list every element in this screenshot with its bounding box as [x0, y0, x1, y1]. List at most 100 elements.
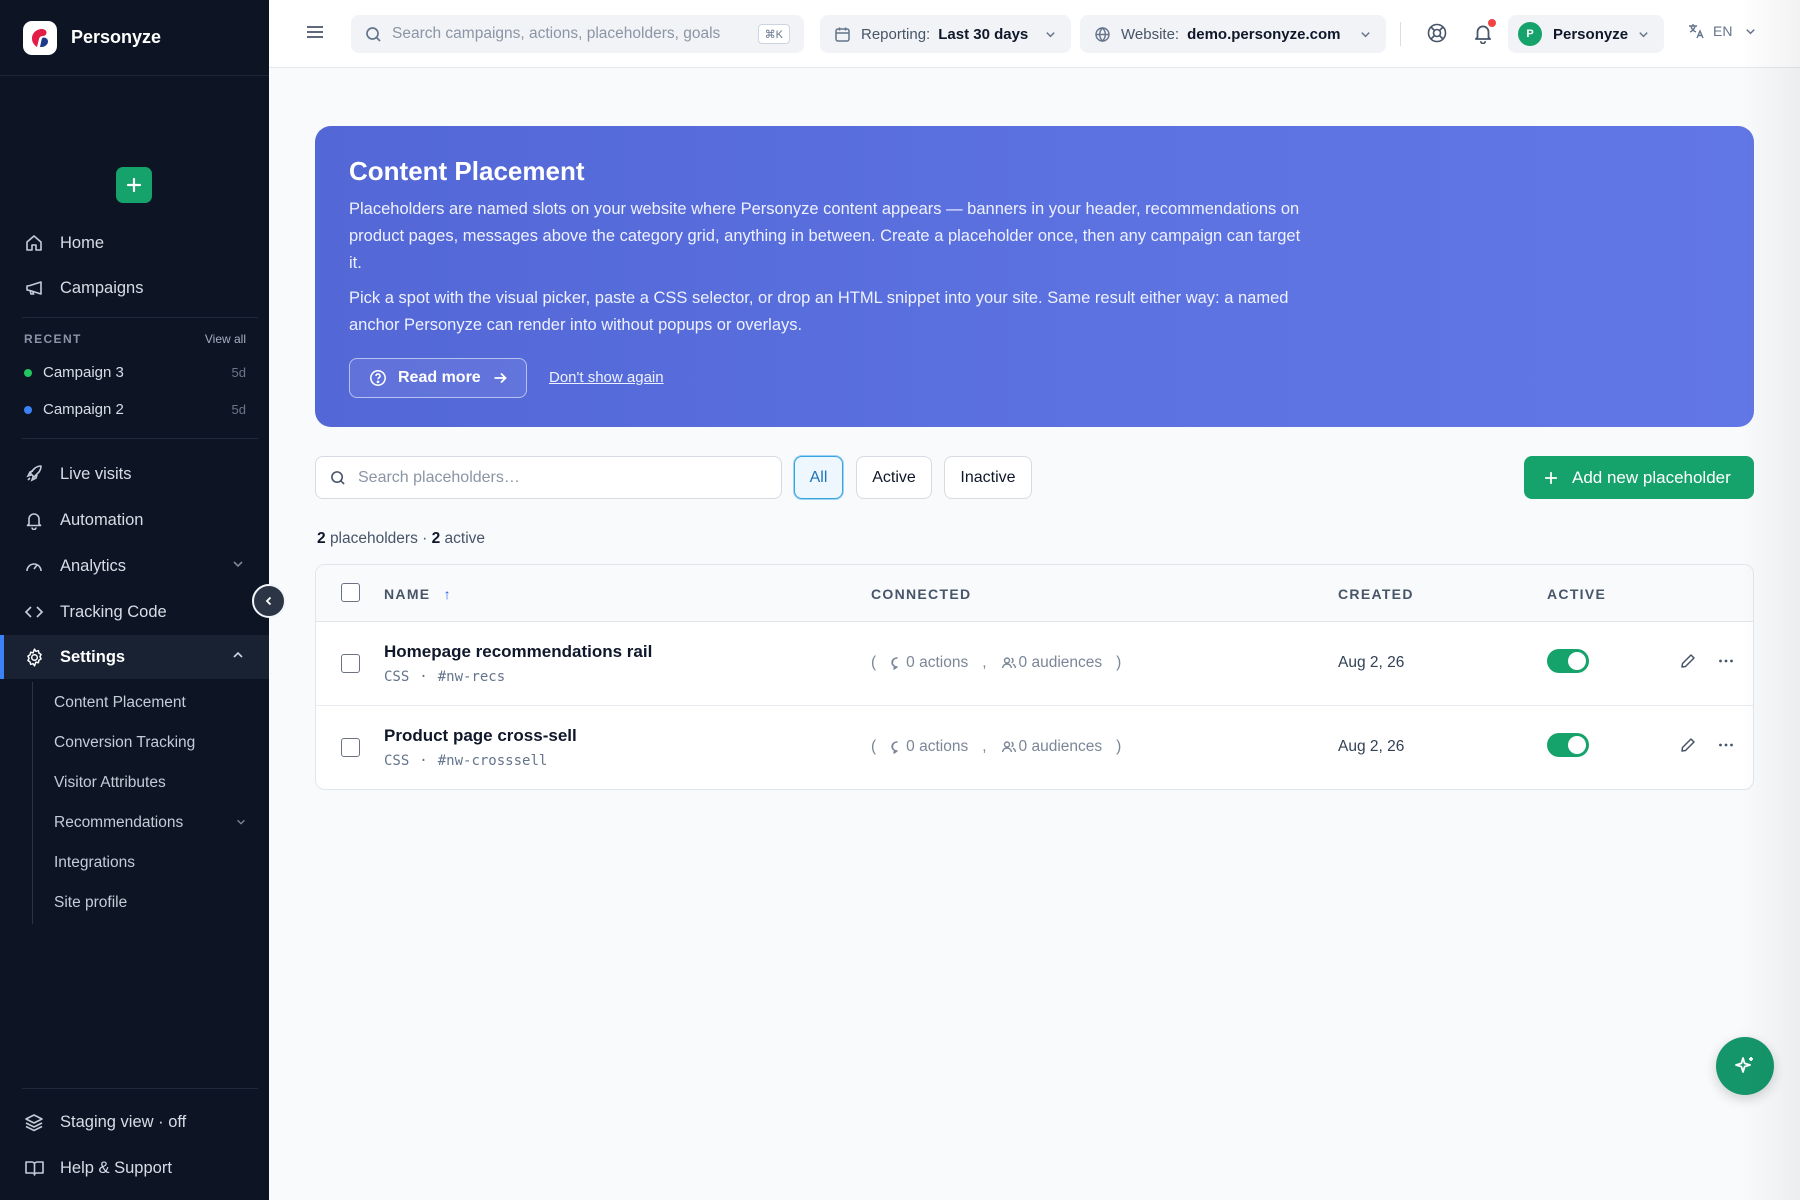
- reporting-period-select[interactable]: Reporting: Last 30 days: [820, 15, 1071, 53]
- settings-subnav: Content Placement Conversion Tracking Vi…: [32, 682, 254, 924]
- website-label: Website:: [1121, 25, 1180, 43]
- notifications-button[interactable]: [1472, 19, 1496, 49]
- more-options-button[interactable]: [1717, 736, 1735, 759]
- total-count: 2: [317, 530, 326, 547]
- sidebar-item-live-visits[interactable]: Live visits: [0, 452, 269, 496]
- pencil-icon: [1681, 654, 1695, 668]
- table-row[interactable]: Homepage recommendations rail CSS · #nw-re…: [316, 622, 1753, 706]
- sidebar-item-label: Home: [60, 233, 105, 252]
- banner-paragraph: Placeholders are named slots on your web…: [349, 200, 1301, 272]
- actions-count[interactable]: 0 actions: [906, 654, 968, 672]
- column-created-header: CREATED: [1338, 586, 1414, 602]
- sidebar-item-label: Staging view · off: [60, 1112, 187, 1131]
- audiences-count[interactable]: 0 audiences: [1019, 654, 1103, 672]
- chat-icon: [890, 656, 904, 670]
- more-horizontal-icon: [1719, 659, 1733, 663]
- audiences-count[interactable]: 0 audiences: [1019, 738, 1103, 756]
- sidebar-item-label: Analytics: [60, 556, 127, 575]
- placeholder-name[interactable]: Homepage recommendations rail: [384, 642, 652, 662]
- subnav-item-integrations[interactable]: Integrations: [54, 854, 135, 872]
- sidebar-item-automation[interactable]: Automation: [0, 498, 269, 542]
- column-name-label: NAME: [384, 586, 431, 602]
- menu-button[interactable]: [305, 22, 325, 47]
- created-date: Aug 2, 26: [1338, 738, 1405, 755]
- row-checkbox[interactable]: [341, 654, 360, 673]
- created-date: Aug 2, 26: [1338, 654, 1405, 671]
- sidebar-item-analytics[interactable]: Analytics: [0, 544, 269, 588]
- global-search[interactable]: ⌘K: [351, 15, 804, 53]
- filter-all[interactable]: All: [794, 456, 843, 499]
- account-name: Personyze: [1553, 25, 1629, 43]
- sidebar-item-label: Live visits: [60, 464, 132, 483]
- globe-icon: [1095, 26, 1110, 42]
- more-options-button[interactable]: [1717, 652, 1735, 675]
- ai-assistant-button[interactable]: [1716, 1037, 1774, 1095]
- brand[interactable]: Personyze: [0, 0, 269, 76]
- sidebar-item-help-support[interactable]: Help & Support: [0, 1146, 269, 1190]
- page-title: Content Placement: [349, 156, 585, 186]
- collapse-sidebar-button[interactable]: [252, 584, 286, 618]
- users-icon: [1001, 656, 1017, 670]
- sidebar-item-staging-view[interactable]: Staging view · off: [0, 1100, 269, 1144]
- toggle-knob: [1568, 736, 1586, 754]
- rocket-icon: [23, 463, 45, 485]
- sidebar-divider: [22, 1088, 258, 1089]
- notification-badge: [1488, 19, 1496, 27]
- connected-summary: ( 0 actions , 0 audiences ): [871, 738, 1122, 756]
- edit-button[interactable]: [1679, 652, 1697, 675]
- sidebar-item-label: Settings: [60, 647, 126, 666]
- website-select[interactable]: Website: demo.personyze.com: [1080, 15, 1386, 53]
- column-name-header[interactable]: NAME ↑: [384, 586, 452, 602]
- chevron-down-icon: [1046, 31, 1055, 37]
- subnav-item-recommendations[interactable]: Recommendations: [54, 814, 245, 832]
- subnav-item-conversion-tracking[interactable]: Conversion Tracking: [54, 734, 195, 752]
- more-horizontal-icon: [1719, 743, 1733, 747]
- placeholder-search-input[interactable]: [358, 468, 758, 487]
- filter-inactive[interactable]: Inactive: [944, 456, 1032, 499]
- actions-count[interactable]: 0 actions: [906, 738, 968, 756]
- megaphone-icon: [23, 277, 45, 299]
- sidebar-item-label: Help & Support: [60, 1158, 172, 1177]
- edit-button[interactable]: [1679, 736, 1697, 759]
- reporting-value: Last 30 days: [938, 25, 1029, 43]
- sidebar-item-home[interactable]: Home: [0, 221, 269, 265]
- placeholders-table: NAME ↑ CONNECTED CREATED ACTIVE Homepage…: [315, 564, 1754, 790]
- translate-icon: [1689, 24, 1704, 39]
- sidebar-item-tracking-code[interactable]: Tracking Code: [0, 590, 269, 634]
- connected-summary: ( 0 actions , 0 audiences ): [871, 654, 1122, 672]
- toggle-knob: [1568, 652, 1586, 670]
- book-icon: [23, 1157, 45, 1179]
- select-all-checkbox[interactable]: [341, 583, 360, 602]
- active-toggle[interactable]: [1547, 649, 1589, 673]
- column-active-header: ACTIVE: [1547, 586, 1607, 602]
- support-button[interactable]: [1426, 22, 1448, 49]
- sidebar-item-campaigns[interactable]: Campaigns: [0, 266, 269, 310]
- add-placeholder-button[interactable]: Add new placeholder: [1524, 456, 1754, 499]
- subnav-item-visitor-attributes[interactable]: Visitor Attributes: [54, 774, 166, 792]
- recent-item[interactable]: Campaign 2 5d: [24, 401, 246, 418]
- subnav-item-content-placement[interactable]: Content Placement: [54, 694, 186, 712]
- dont-show-again-link[interactable]: Don't show again: [549, 369, 664, 386]
- language-select[interactable]: EN: [1687, 22, 1757, 40]
- active-toggle[interactable]: [1547, 733, 1589, 757]
- chevron-left-icon: [265, 596, 272, 606]
- read-more-button[interactable]: Read more: [349, 358, 527, 398]
- sparkle-icon: [1735, 1057, 1753, 1073]
- create-button[interactable]: [116, 167, 152, 203]
- account-menu[interactable]: P Personyze: [1508, 15, 1664, 53]
- hamburger-icon: [307, 26, 323, 38]
- filter-active[interactable]: Active: [856, 456, 932, 499]
- global-search-input[interactable]: [392, 25, 742, 43]
- sidebar-item-settings[interactable]: Settings: [0, 635, 269, 679]
- recent-item[interactable]: Campaign 3 5d: [24, 364, 246, 381]
- selector-type: CSS: [384, 669, 410, 685]
- recent-view-all-link[interactable]: View all: [205, 332, 246, 346]
- selector-value: #nw-crosssell: [437, 753, 548, 769]
- placeholder-name[interactable]: Product page cross-sell: [384, 726, 577, 746]
- search-icon: [366, 26, 381, 42]
- placeholder-search[interactable]: [315, 456, 782, 499]
- sidebar-divider: [22, 438, 258, 439]
- subnav-item-site-profile[interactable]: Site profile: [54, 894, 127, 912]
- row-checkbox[interactable]: [341, 738, 360, 757]
- table-row[interactable]: Product page cross-sell CSS · #nw-crosssel…: [316, 706, 1753, 789]
